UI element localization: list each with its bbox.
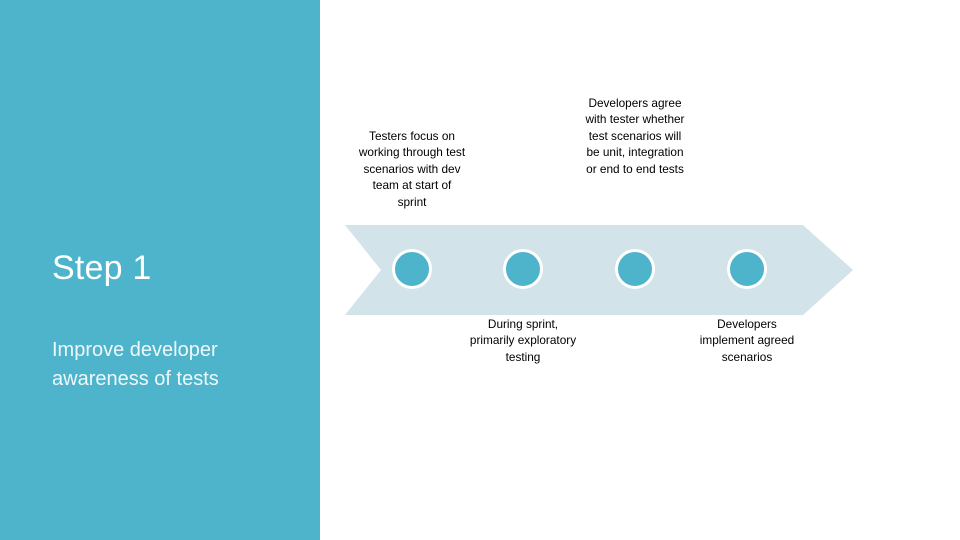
- callout-text-1: Testers focus on working through test sc…: [358, 129, 466, 209]
- milestone-marker-1[interactable]: [392, 249, 432, 289]
- milestone-marker-3[interactable]: [615, 249, 655, 289]
- sidebar-panel: Step 1 Improve developer awareness of te…: [0, 0, 320, 540]
- milestone-marker-2[interactable]: [503, 249, 543, 289]
- page-subtitle: Improve developer awareness of tests: [52, 339, 219, 390]
- callout-text-4: Developers implement agreed scenarios: [699, 317, 795, 364]
- milestone-marker-4[interactable]: [727, 249, 767, 289]
- slide-canvas: Step 1 Improve developer awareness of te…: [0, 0, 960, 540]
- callout-text-2: During sprint, primarily exploratory tes…: [469, 317, 577, 364]
- callout-text-3: Developers agree with tester whether tes…: [585, 96, 685, 176]
- page-title: Step 1: [52, 249, 152, 287]
